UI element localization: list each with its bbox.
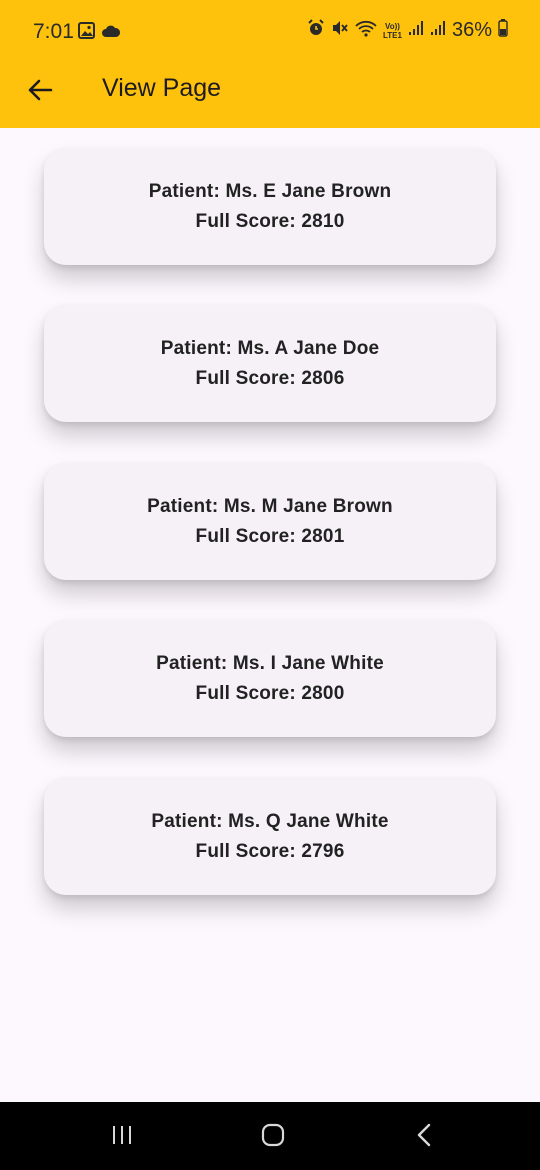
status-right-icons: Vo)) LTE1 36% <box>307 19 508 42</box>
volte-icon: Vo)) LTE1 <box>383 22 402 40</box>
alarm-icon <box>307 19 325 42</box>
status-left-icons <box>78 22 121 44</box>
patient-card[interactable]: Patient: Ms. Q Jane White Full Score: 27… <box>44 778 496 895</box>
system-nav-bar <box>0 1102 540 1170</box>
volte-label-bottom: LTE1 <box>383 30 402 40</box>
back-button[interactable] <box>20 72 60 112</box>
nav-back-button[interactable] <box>404 1122 444 1152</box>
patient-name: Patient: Ms. M Jane Brown <box>147 495 393 517</box>
patient-score: Full Score: 2800 <box>195 682 345 704</box>
image-icon <box>78 22 95 44</box>
patient-card[interactable]: Patient: Ms. I Jane White Full Score: 28… <box>44 620 496 737</box>
mute-icon <box>331 19 349 42</box>
app-bar: View Page <box>0 62 540 128</box>
patient-score: Full Score: 2810 <box>195 210 345 232</box>
patient-name: Patient: Ms. A Jane Doe <box>160 337 380 359</box>
status-bar: 7:01 Vo)) LTE1 36% <box>0 0 540 62</box>
recent-apps-button[interactable] <box>102 1122 142 1152</box>
wifi-icon <box>355 19 377 42</box>
patient-score: Full Score: 2801 <box>195 525 345 547</box>
patient-score: Full Score: 2796 <box>195 840 345 862</box>
recent-apps-icon <box>110 1124 134 1151</box>
cloud-icon <box>101 24 121 43</box>
arrow-left-icon <box>27 78 53 107</box>
status-time: 7:01 <box>33 20 74 43</box>
home-button[interactable] <box>253 1122 293 1152</box>
patient-name: Patient: Ms. E Jane Brown <box>148 180 392 202</box>
patient-card[interactable]: Patient: Ms. E Jane Brown Full Score: 28… <box>44 148 496 265</box>
home-icon <box>261 1123 285 1152</box>
patient-card[interactable]: Patient: Ms. M Jane Brown Full Score: 28… <box>44 463 496 580</box>
patient-name: Patient: Ms. I Jane White <box>156 652 384 674</box>
screen: 7:01 Vo)) LTE1 36% View Page Patient: Ms… <box>0 0 540 1170</box>
battery-percent: 36% <box>451 19 492 41</box>
signal-icon-2 <box>430 20 446 41</box>
patient-name: Patient: Ms. Q Jane White <box>151 810 389 832</box>
patient-card[interactable]: Patient: Ms. A Jane Doe Full Score: 2806 <box>44 305 496 422</box>
back-icon <box>416 1123 432 1152</box>
volte-label-top: Vo)) <box>385 21 400 31</box>
patient-score: Full Score: 2806 <box>195 367 345 389</box>
signal-icon <box>408 20 424 41</box>
battery-icon <box>498 19 508 42</box>
page-title: View Page <box>102 74 222 102</box>
